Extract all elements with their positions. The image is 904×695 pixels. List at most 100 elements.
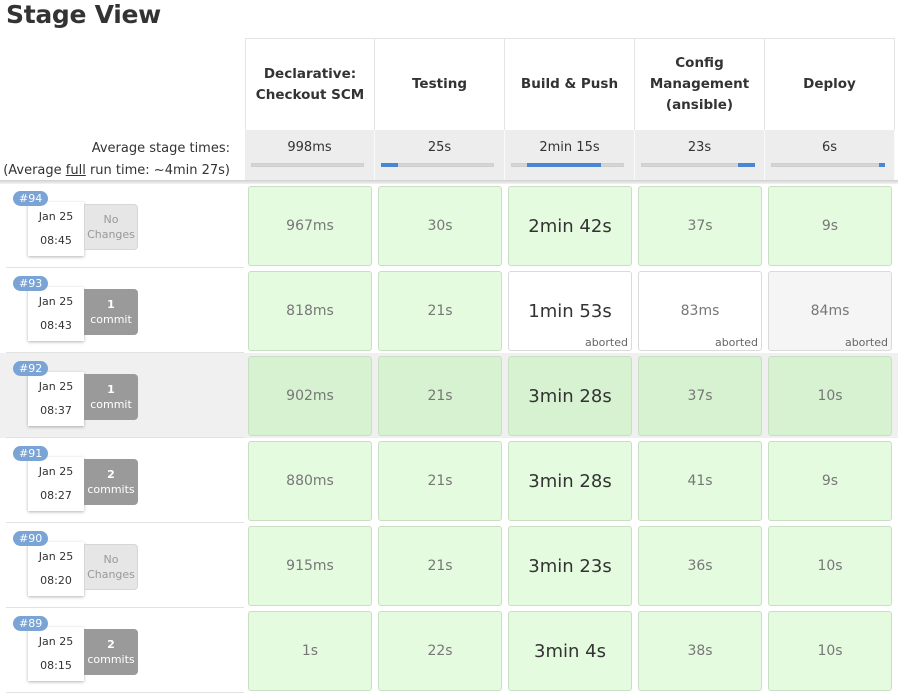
run-number-badge[interactable]: #93 (13, 276, 49, 291)
stage-status-aborted: aborted (844, 336, 888, 349)
run-number-badge[interactable]: #91 (13, 446, 49, 461)
stage-cell[interactable]: 3min 23s (508, 526, 632, 606)
stage-duration: 10s (817, 558, 843, 574)
run-number-badge[interactable]: #89 (13, 616, 49, 631)
stage-cell[interactable]: 83ms aborted (638, 271, 762, 351)
stage-average-bar (381, 163, 494, 167)
stage-cell[interactable]: 10s (768, 611, 892, 691)
stage-header: Build & Push (505, 38, 635, 130)
stage-header: Deploy (765, 38, 895, 130)
stage-duration: 36s (687, 558, 713, 574)
stage-duration: 37s (687, 388, 713, 404)
stage-average-bar (511, 163, 624, 167)
stage-status-aborted: aborted (714, 336, 758, 349)
stage-average-bar-fill (738, 163, 755, 167)
stage-cell[interactable]: 1s (248, 611, 372, 691)
stage-name: Build & Push (520, 76, 619, 92)
full-run-link[interactable]: full (66, 163, 86, 178)
run-time: 08:37 (40, 404, 72, 417)
stage-duration: 21s (427, 558, 453, 574)
stage-cell[interactable]: 22s (378, 611, 502, 691)
changes-label: commits (87, 653, 135, 666)
stage-duration: 2min 42s (528, 215, 612, 237)
full-run-prefix: (Average (3, 163, 66, 178)
run-date-box[interactable]: Jan 25 08:43 (28, 287, 84, 341)
stage-average-bar-fill (527, 163, 601, 167)
changes-count: 2 (107, 468, 115, 481)
stage-cell[interactable]: 902ms (248, 356, 372, 436)
stage-average-bar-fill (879, 163, 885, 167)
run-time: 08:20 (40, 574, 72, 587)
stage-cell[interactable]: 967ms (248, 186, 372, 266)
stage-cell[interactable]: 9s (768, 186, 892, 266)
stage-cell[interactable]: 10s (768, 356, 892, 436)
changes-count: 1 (107, 298, 115, 311)
stage-duration: 21s (427, 303, 453, 319)
stage-cell[interactable]: 21s (378, 271, 502, 351)
stage-average-time: 998ms (287, 140, 332, 155)
stage-cell[interactable]: 21s (378, 441, 502, 521)
run-date: Jan 25 (38, 550, 74, 563)
stage-cell[interactable]: 1min 53s aborted (508, 271, 632, 351)
changes-count: No (103, 553, 119, 566)
run-time: 08:43 (40, 319, 72, 332)
run-row-divider (6, 692, 244, 693)
run-number-badge[interactable]: #90 (13, 531, 49, 546)
run-time: 08:27 (40, 489, 72, 502)
stage-header: Declarative: Checkout SCM (245, 38, 375, 130)
run-changes[interactable]: 1 commit (84, 374, 138, 420)
full-run-suffix: run time: ~4min 27s) (85, 163, 230, 178)
run-date-box[interactable]: Jan 25 08:37 (28, 372, 84, 426)
stage-name: Testing (412, 76, 467, 92)
stage-cell[interactable]: 84ms aborted (768, 271, 892, 351)
stage-duration: 10s (817, 388, 843, 404)
stage-duration: 41s (687, 473, 713, 489)
changes-label: commit (90, 313, 132, 326)
stage-cell[interactable]: 3min 4s (508, 611, 632, 691)
run-date-box[interactable]: Jan 25 08:15 (28, 627, 84, 681)
run-date-box[interactable]: Jan 25 08:20 (28, 542, 84, 596)
run-number-badge[interactable]: #92 (13, 361, 49, 376)
run-date: Jan 25 (38, 635, 74, 648)
stage-duration: 30s (427, 218, 453, 234)
stage-cell[interactable]: 3min 28s (508, 356, 632, 436)
stage-header: Config Management (ansible) (635, 38, 765, 130)
run-date-box[interactable]: Jan 25 08:45 (28, 202, 84, 256)
run-changes[interactable]: 2 commits (84, 629, 138, 675)
stage-cell[interactable]: 2min 42s (508, 186, 632, 266)
run-date: Jan 25 (38, 210, 74, 223)
stage-average-bar (641, 163, 755, 167)
run-number-badge[interactable]: #94 (13, 191, 49, 206)
stage-cell[interactable]: 36s (638, 526, 762, 606)
stage-duration: 83ms (680, 303, 720, 319)
stage-cell[interactable]: 37s (638, 356, 762, 436)
stage-cell[interactable]: 21s (378, 356, 502, 436)
stage-name: Deploy (803, 76, 856, 92)
stage-duration: 9s (821, 473, 839, 489)
stage-cell[interactable]: 10s (768, 526, 892, 606)
stage-duration: 22s (427, 643, 453, 659)
stage-cell[interactable]: 3min 28s (508, 441, 632, 521)
stage-duration: 21s (427, 388, 453, 404)
stage-cell[interactable]: 41s (638, 441, 762, 521)
run-changes[interactable]: 2 commits (84, 459, 138, 505)
stage-average: 2min 15s (505, 130, 635, 180)
stage-average-time: 23s (687, 140, 712, 155)
changes-count: 1 (107, 383, 115, 396)
stage-cell[interactable]: 818ms (248, 271, 372, 351)
stage-cell[interactable]: 9s (768, 441, 892, 521)
stage-cell[interactable]: 30s (378, 186, 502, 266)
stage-cell[interactable]: 37s (638, 186, 762, 266)
stage-cell[interactable]: 38s (638, 611, 762, 691)
run-changes[interactable]: 1 commit (84, 289, 138, 335)
stage-duration: 967ms (286, 218, 334, 234)
run-date-box[interactable]: Jan 25 08:27 (28, 457, 84, 511)
stage-duration: 10s (817, 643, 843, 659)
page-title: Stage View (6, 0, 161, 29)
stage-cell[interactable]: 915ms (248, 526, 372, 606)
run-time: 08:15 (40, 659, 72, 672)
stage-cell[interactable]: 880ms (248, 441, 372, 521)
stage-cell[interactable]: 21s (378, 526, 502, 606)
stage-duration: 37s (687, 218, 713, 234)
stage-duration: 915ms (286, 558, 334, 574)
